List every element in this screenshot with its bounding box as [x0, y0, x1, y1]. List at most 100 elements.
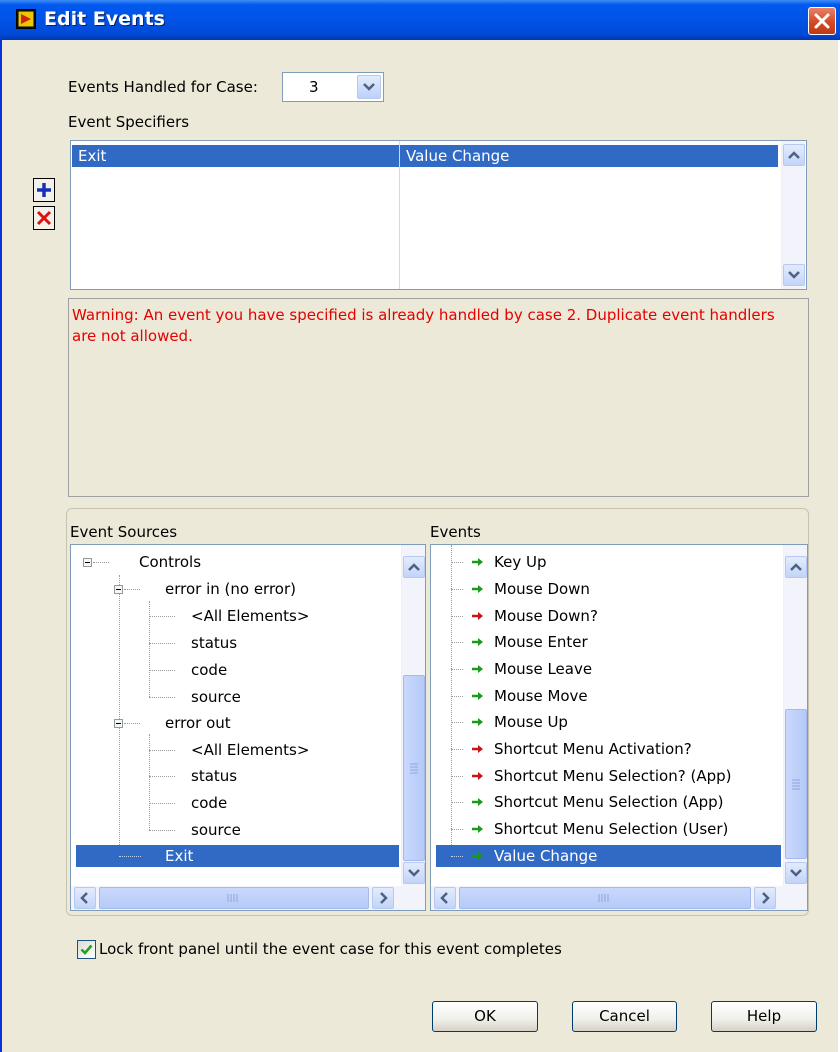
scroll-thumb[interactable] [99, 887, 369, 909]
specifiers-scrollbar[interactable] [781, 141, 805, 289]
events-hscrollbar[interactable] [431, 886, 807, 910]
red-arrow-icon [472, 745, 483, 753]
tree-connector [451, 776, 463, 777]
remove-specifier-button[interactable] [33, 206, 55, 230]
events-vscrollbar[interactable] [783, 545, 807, 886]
event-item[interactable]: Mouse Up [431, 711, 781, 733]
event-item-label: Mouse Down [494, 580, 590, 598]
tree-connector [149, 643, 175, 644]
tree-item-all-elements[interactable]: <All Elements> [71, 605, 399, 627]
event-item-label: Shortcut Menu Selection (App) [494, 793, 724, 811]
tree-connector [149, 697, 175, 698]
sources-vscrollbar[interactable] [401, 545, 425, 886]
event-specifiers-list[interactable]: Exit Value Change [70, 140, 807, 290]
event-item-label: Mouse Enter [494, 633, 588, 651]
case-selector-label: Events Handled for Case: [68, 78, 258, 96]
tree-connector [451, 696, 463, 697]
event-item[interactable]: Mouse Move [431, 685, 781, 707]
scroll-thumb[interactable] [785, 709, 807, 859]
scroll-down-button[interactable] [783, 264, 805, 286]
event-item[interactable]: Mouse Leave [431, 658, 781, 680]
sources-hscrollbar[interactable] [71, 886, 425, 910]
scroll-right-button[interactable] [754, 887, 776, 909]
specifier-row[interactable]: Exit Value Change [72, 145, 778, 167]
tree-item-controls[interactable]: Controls [71, 551, 399, 573]
scroll-thumb[interactable] [459, 887, 751, 909]
tree-item-all-elements[interactable]: <All Elements> [71, 739, 399, 761]
lock-panel-label[interactable]: Lock front panel until the event case fo… [99, 940, 562, 958]
cancel-button[interactable]: Cancel [572, 1001, 677, 1032]
scroll-thumb[interactable] [403, 675, 425, 861]
event-item[interactable]: Key Up [431, 551, 781, 573]
collapse-icon[interactable] [83, 558, 92, 567]
tree-item-label: code [191, 794, 228, 812]
event-sources-tree[interactable]: Controls error in (no error) <All Elemen… [70, 544, 426, 911]
help-button[interactable]: Help [711, 1001, 817, 1032]
tree-item-error-out[interactable]: error out [71, 712, 399, 734]
close-icon [814, 13, 830, 29]
warning-message: Warning: An event you have specified is … [72, 306, 775, 345]
event-item[interactable]: Shortcut Menu Activation? [431, 738, 781, 760]
collapse-icon[interactable] [114, 585, 123, 594]
tree-item-error-in[interactable]: error in (no error) [71, 578, 399, 600]
tree-item-code[interactable]: code [71, 792, 399, 814]
specifier-event: Value Change [406, 147, 510, 165]
tree-item-source[interactable]: source [71, 686, 399, 708]
tree-connector [124, 723, 140, 724]
event-item-label: Mouse Up [494, 713, 568, 731]
tree-connector [451, 802, 463, 803]
collapse-icon[interactable] [114, 719, 123, 728]
event-item[interactable]: Shortcut Menu Selection? (App) [431, 765, 781, 787]
tree-item-code[interactable]: code [71, 659, 399, 681]
tree-item-status[interactable]: status [71, 632, 399, 654]
event-sources-label: Event Sources [70, 523, 178, 541]
tree-connector [149, 803, 175, 804]
scroll-left-button[interactable] [74, 887, 96, 909]
event-item[interactable]: Shortcut Menu Selection (User) [431, 818, 781, 840]
scroll-right-button[interactable] [372, 887, 394, 909]
tree-connector [119, 856, 141, 857]
tree-connector [93, 562, 109, 563]
chevron-up-icon [408, 563, 420, 571]
event-item[interactable]: Value Change [436, 845, 781, 867]
scroll-down-button[interactable] [403, 862, 425, 884]
warning-box: Warning: An event you have specified is … [68, 298, 809, 497]
green-arrow-icon [472, 665, 483, 673]
event-item-label: Shortcut Menu Selection? (App) [494, 767, 732, 785]
lock-panel-checkbox[interactable] [77, 940, 96, 959]
chevron-up-icon [788, 151, 800, 159]
tree-item-label: status [191, 767, 238, 785]
event-item-label: Shortcut Menu Activation? [494, 740, 692, 758]
ok-button[interactable]: OK [432, 1001, 538, 1032]
event-item-label: Value Change [494, 847, 598, 865]
scroll-down-button[interactable] [785, 862, 807, 884]
case-selector-dropdown[interactable]: 3 [282, 72, 384, 102]
tree-item-source[interactable]: source [71, 819, 399, 841]
scroll-up-button[interactable] [403, 556, 425, 578]
chevron-right-icon [762, 892, 770, 904]
title-bar[interactable]: Edit Events [0, 0, 840, 40]
tree-connector [149, 750, 175, 751]
green-arrow-icon [472, 718, 483, 726]
add-specifier-button[interactable] [33, 178, 55, 202]
green-arrow-icon [472, 852, 483, 860]
chevron-down-icon [408, 869, 420, 877]
event-item[interactable]: Mouse Down [431, 578, 781, 600]
scroll-up-button[interactable] [785, 556, 807, 578]
chevron-down-icon[interactable] [357, 75, 381, 99]
chevron-left-icon [80, 892, 88, 904]
close-button[interactable] [808, 7, 836, 35]
tree-item-status[interactable]: status [71, 765, 399, 787]
event-item[interactable]: Mouse Down? [431, 605, 781, 627]
tree-item-exit[interactable]: Exit [76, 845, 399, 867]
events-list[interactable]: Key Up Mouse Down Mouse Down? Mouse Enter Mo… [430, 544, 808, 911]
tree-item-label: code [191, 661, 228, 679]
scroll-up-button[interactable] [783, 144, 805, 166]
scroll-left-button[interactable] [434, 887, 456, 909]
event-item[interactable]: Mouse Enter [431, 631, 781, 653]
tree-connector [451, 829, 463, 830]
window-title: Edit Events [44, 8, 165, 30]
tree-item-label: <All Elements> [191, 741, 310, 759]
event-item[interactable]: Shortcut Menu Selection (App) [431, 791, 781, 813]
tree-connector [451, 749, 463, 750]
